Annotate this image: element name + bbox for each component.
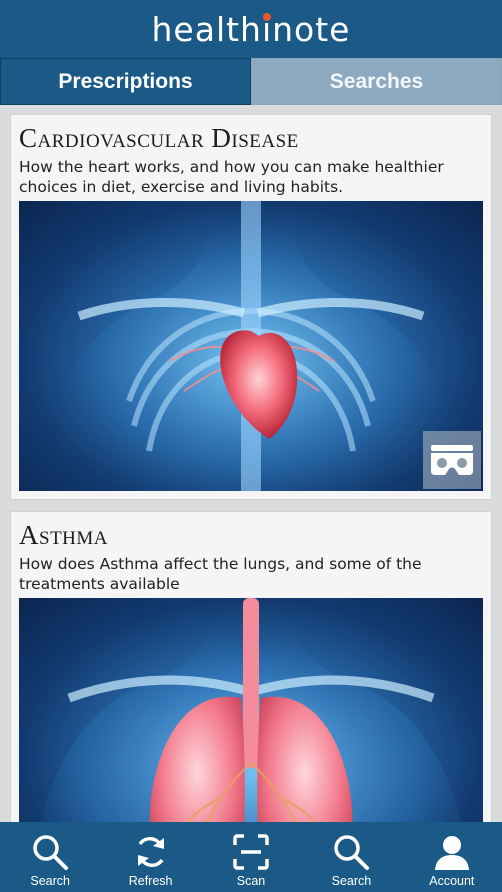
nav-label: Account <box>429 874 475 888</box>
nav-account[interactable]: Account <box>402 822 502 892</box>
card-title: Asthma <box>19 520 109 550</box>
tab-label: Prescriptions <box>58 69 193 93</box>
logo-dot <box>263 12 272 21</box>
heart-illustration <box>39 201 464 491</box>
scan-icon <box>233 834 269 870</box>
vr-headset-icon <box>431 445 473 475</box>
tab-bar: Prescriptions Searches <box>0 58 502 105</box>
nav-label: Search <box>331 874 372 888</box>
refresh-icon <box>137 836 164 868</box>
app-header: healthi note <box>0 0 502 58</box>
nav-refresh[interactable]: Refresh <box>100 822 200 892</box>
nav-label: Refresh <box>128 874 173 888</box>
lungs-illustration <box>40 598 462 822</box>
logo-text-i: i <box>261 9 273 49</box>
heart-xray-image[interactable] <box>19 201 483 491</box>
card-description: How does Asthma affect the lungs, and so… <box>19 555 422 593</box>
topic-card-cardiovascular[interactable]: Cardiovascular Disease How the heart wor… <box>10 114 492 500</box>
search-icon <box>334 835 370 870</box>
app-logo: healthi note <box>152 10 351 49</box>
card-title: Cardiovascular Disease <box>19 123 299 153</box>
bottom-navbar: Search Refresh Scan Search Account <box>0 822 502 892</box>
nav-label: Scan <box>236 874 266 888</box>
logo-text-end: note <box>272 9 351 49</box>
nav-label: Search <box>30 874 70 888</box>
account-icon <box>434 836 469 870</box>
topic-card-asthma[interactable]: Asthma How does Asthma affect the lungs,… <box>10 511 492 822</box>
lungs-xray-image[interactable] <box>19 598 483 822</box>
nav-scan[interactable]: Scan <box>201 822 301 892</box>
logo-text-start: health <box>151 9 262 49</box>
tab-prescriptions[interactable]: Prescriptions <box>0 58 251 105</box>
nav-search-2[interactable]: Search <box>301 822 401 892</box>
card-description: How the heart works, and how you can mak… <box>19 158 444 196</box>
content-list[interactable]: Cardiovascular Disease How the heart wor… <box>0 105 502 822</box>
tab-searches[interactable]: Searches <box>251 58 502 105</box>
nav-search[interactable]: Search <box>0 822 100 892</box>
vr-badge[interactable] <box>423 431 481 489</box>
tab-label: Searches <box>329 69 424 93</box>
search-icon <box>33 835 69 870</box>
